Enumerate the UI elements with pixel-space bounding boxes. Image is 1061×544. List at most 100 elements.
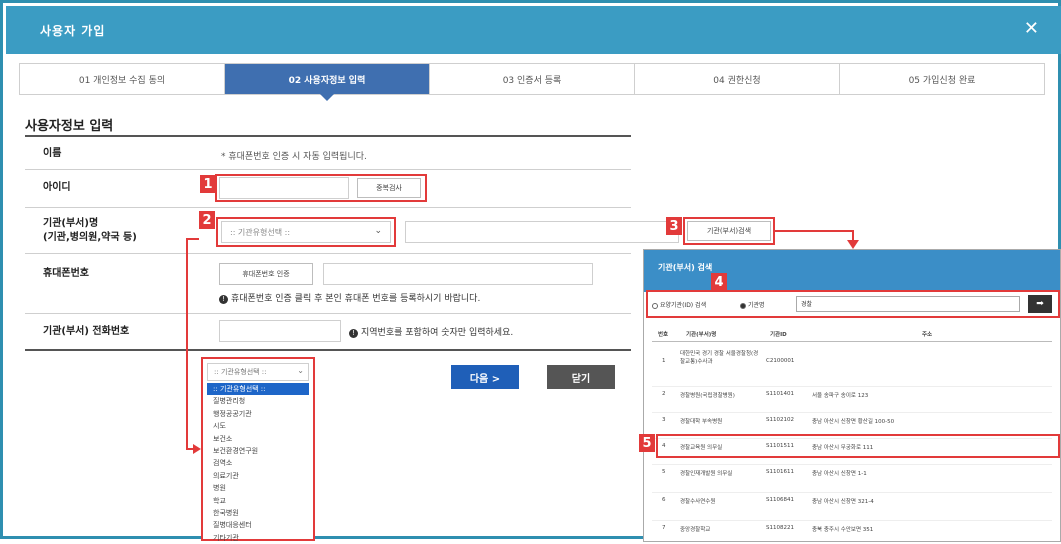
step-badge-5: 5: [639, 434, 655, 452]
dropdown-header-value: :: 기관유형선택 ::: [214, 368, 267, 376]
cell-addr: 충남 아산시 신창면 321-4: [812, 499, 874, 505]
step-label: 04 권한신청: [713, 75, 761, 86]
close-icon[interactable]: ✕: [1024, 18, 1039, 39]
tel-note: ! 지역번호를 포함하여 숫자만 입력하세요.: [349, 325, 513, 338]
name-label: 이름: [43, 148, 62, 159]
arrow-popup-connector: [775, 230, 859, 249]
tel-note-text: 지역번호를 포함하여 숫자만 입력하세요.: [361, 328, 514, 338]
cell-id: S1101401: [766, 391, 794, 397]
dropdown-option[interactable]: 의료기관: [207, 470, 309, 482]
cell-addr: 충북 충주시 수안보면 351: [812, 527, 874, 533]
next-button[interactable]: 다음 >: [451, 365, 519, 389]
phone-input[interactable]: [323, 263, 593, 285]
dropdown-option[interactable]: 질병관리청: [207, 395, 309, 407]
divider: [25, 253, 631, 254]
cell-name: 대한민국 경기 경찰 서울경찰청(경찰교통)수사과: [680, 351, 759, 365]
table-row[interactable]: 3 경찰대학 부속병원 S1102102 충남 아산시 신창면 황산길 100-…: [652, 412, 1052, 426]
dropdown-option[interactable]: 시도: [207, 420, 309, 432]
step-label: 05 가입신청 완료: [908, 75, 976, 86]
dropdown-option[interactable]: 학교: [207, 495, 309, 507]
col-header: 번호: [658, 332, 669, 338]
phone-note-text: 휴대폰번호 인증 클릭 후 본인 휴대폰 번호를 등록하시기 바랍니다.: [231, 294, 481, 304]
step-badge-3: 3: [666, 217, 682, 235]
dropdown-option[interactable]: 질병대응센터: [207, 519, 309, 531]
cell-no: 2: [662, 391, 666, 397]
dropdown-option[interactable]: 보건환경연구원: [207, 445, 309, 457]
cell-addr: 서울 송파구 송이로 123: [812, 393, 869, 399]
org-type-dropdown: :: 기관유형선택 :: ⌄ :: 기관유형선택 :: 질병관리청 행정공공기관…: [201, 357, 315, 544]
dropdown-option[interactable]: :: 기관유형선택 ::: [207, 383, 309, 396]
dropdown-option[interactable]: 한국병원: [207, 507, 309, 519]
cell-name: 경찰인재개발원 의무실: [680, 471, 733, 477]
step-4: 04 권한신청: [635, 64, 840, 94]
divider: [25, 349, 631, 351]
dropdown-header[interactable]: :: 기관유형선택 :: ⌄: [207, 363, 309, 381]
cell-addr: 충남 아산시 신창면 황산길 100-50: [812, 419, 895, 425]
step-label: 01 개인정보 수집 동의: [78, 75, 166, 86]
cell-id: S1102102: [766, 417, 794, 423]
cell-name: 중앙경찰학교: [680, 527, 711, 533]
dialog-titlebar: 사용자 가입 ✕: [6, 6, 1061, 54]
cell-id: S1108221: [766, 525, 794, 531]
col-header: 기관ID: [770, 332, 787, 338]
table-row[interactable]: 2 경찰병원(국립경찰병원) S1101401 서울 송파구 송이로 123: [652, 386, 1052, 400]
close-button[interactable]: 닫기: [547, 365, 615, 389]
highlight-box-2: [216, 217, 396, 247]
highlight-box-4: [646, 290, 1060, 318]
phone-label: 휴대폰번호: [43, 268, 89, 279]
dropdown-option[interactable]: 병원: [207, 482, 309, 494]
cell-id: C2100001: [766, 358, 795, 364]
org-label-line1: 기관(부서)명: [43, 218, 99, 229]
phone-note: ! 휴대폰번호 인증 클릭 후 본인 휴대폰 번호를 등록하시기 바랍니다.: [219, 291, 480, 304]
step-badge-1: 1: [200, 175, 216, 193]
divider: [25, 169, 631, 170]
dropdown-options: :: 기관유형선택 :: 질병관리청 행정공공기관 시도 보건소 보건환경연구원…: [207, 383, 309, 544]
name-note: * 휴대폰번호 인증 시 자동 입력됩니다.: [221, 152, 367, 162]
table-row[interactable]: 6 경찰수사연수원 S1106841 충남 아산시 신창면 321-4: [652, 492, 1052, 506]
info-icon: !: [349, 329, 358, 338]
table-row[interactable]: 1 대한민국 경기 경찰 서울경찰청(경찰교통)수사과 C2100001: [652, 350, 1052, 376]
step-1: 01 개인정보 수집 동의: [20, 64, 225, 94]
step-label: 03 인증서 등록: [502, 75, 562, 86]
step-5: 05 가입신청 완료: [840, 64, 1044, 94]
cell-id: S1101611: [766, 469, 794, 475]
signup-dialog: 사용자 가입 ✕ 01 개인정보 수집 동의 02 사용자정보 입력 03 인증…: [0, 0, 1061, 544]
cell-id: S1106841: [766, 497, 794, 503]
highlight-box-1: [215, 174, 427, 202]
divider: [25, 313, 631, 314]
highlight-box-5: [656, 434, 1060, 458]
tel-input[interactable]: [219, 320, 341, 342]
cell-name: 경찰수사연수원: [680, 499, 716, 505]
cell-no: 7: [662, 525, 666, 531]
col-header: 기관(부서)명: [686, 332, 717, 338]
cell-no: 6: [662, 497, 666, 503]
phone-verify-button[interactable]: 휴대폰번호 인증: [219, 263, 313, 285]
step-indicator: 01 개인정보 수집 동의 02 사용자정보 입력 03 인증서 등록 04 권…: [19, 63, 1045, 101]
section-title: 사용자정보 입력: [25, 119, 114, 134]
step-badge-4: 4: [711, 273, 727, 291]
dropdown-option[interactable]: 기타기관: [207, 532, 309, 544]
step-2: 02 사용자정보 입력: [225, 64, 430, 101]
table-row[interactable]: 7 중앙경찰학교 S1108221 충북 충주시 수안보면 351: [652, 520, 1052, 534]
cell-no: 5: [662, 469, 666, 475]
dropdown-option[interactable]: 보건소: [207, 433, 309, 445]
cell-no: 1: [662, 358, 666, 364]
org-name-input[interactable]: [405, 221, 679, 243]
divider: [25, 207, 631, 208]
dropdown-option[interactable]: 검역소: [207, 457, 309, 469]
step-badge-2: 2: [199, 211, 215, 229]
tel-label: 기관(부서) 전화번호: [43, 326, 130, 337]
cell-no: 3: [662, 417, 666, 423]
popup-title: 기관(부서) 검색: [644, 250, 1060, 292]
step-3: 03 인증서 등록: [430, 64, 635, 94]
table-header: 번호 기관(부서)명 기관ID 주소: [652, 330, 1052, 342]
org-label-line2: (기관,병의원,약국 등): [43, 232, 137, 243]
highlight-box-3: [683, 217, 775, 245]
table-row[interactable]: 5 경찰인재개발원 의무실 S1101611 충남 아산시 신창면 1-1: [652, 464, 1052, 478]
dialog-title: 사용자 가입: [40, 24, 106, 38]
step-label: 02 사용자정보 입력: [288, 75, 366, 86]
id-label: 아이디: [43, 182, 71, 193]
arrow-dropdown-connector: [186, 238, 201, 454]
org-label: 기관(부서)명 (기관,병의원,약국 등): [43, 217, 137, 245]
dropdown-option[interactable]: 행정공공기관: [207, 408, 309, 420]
